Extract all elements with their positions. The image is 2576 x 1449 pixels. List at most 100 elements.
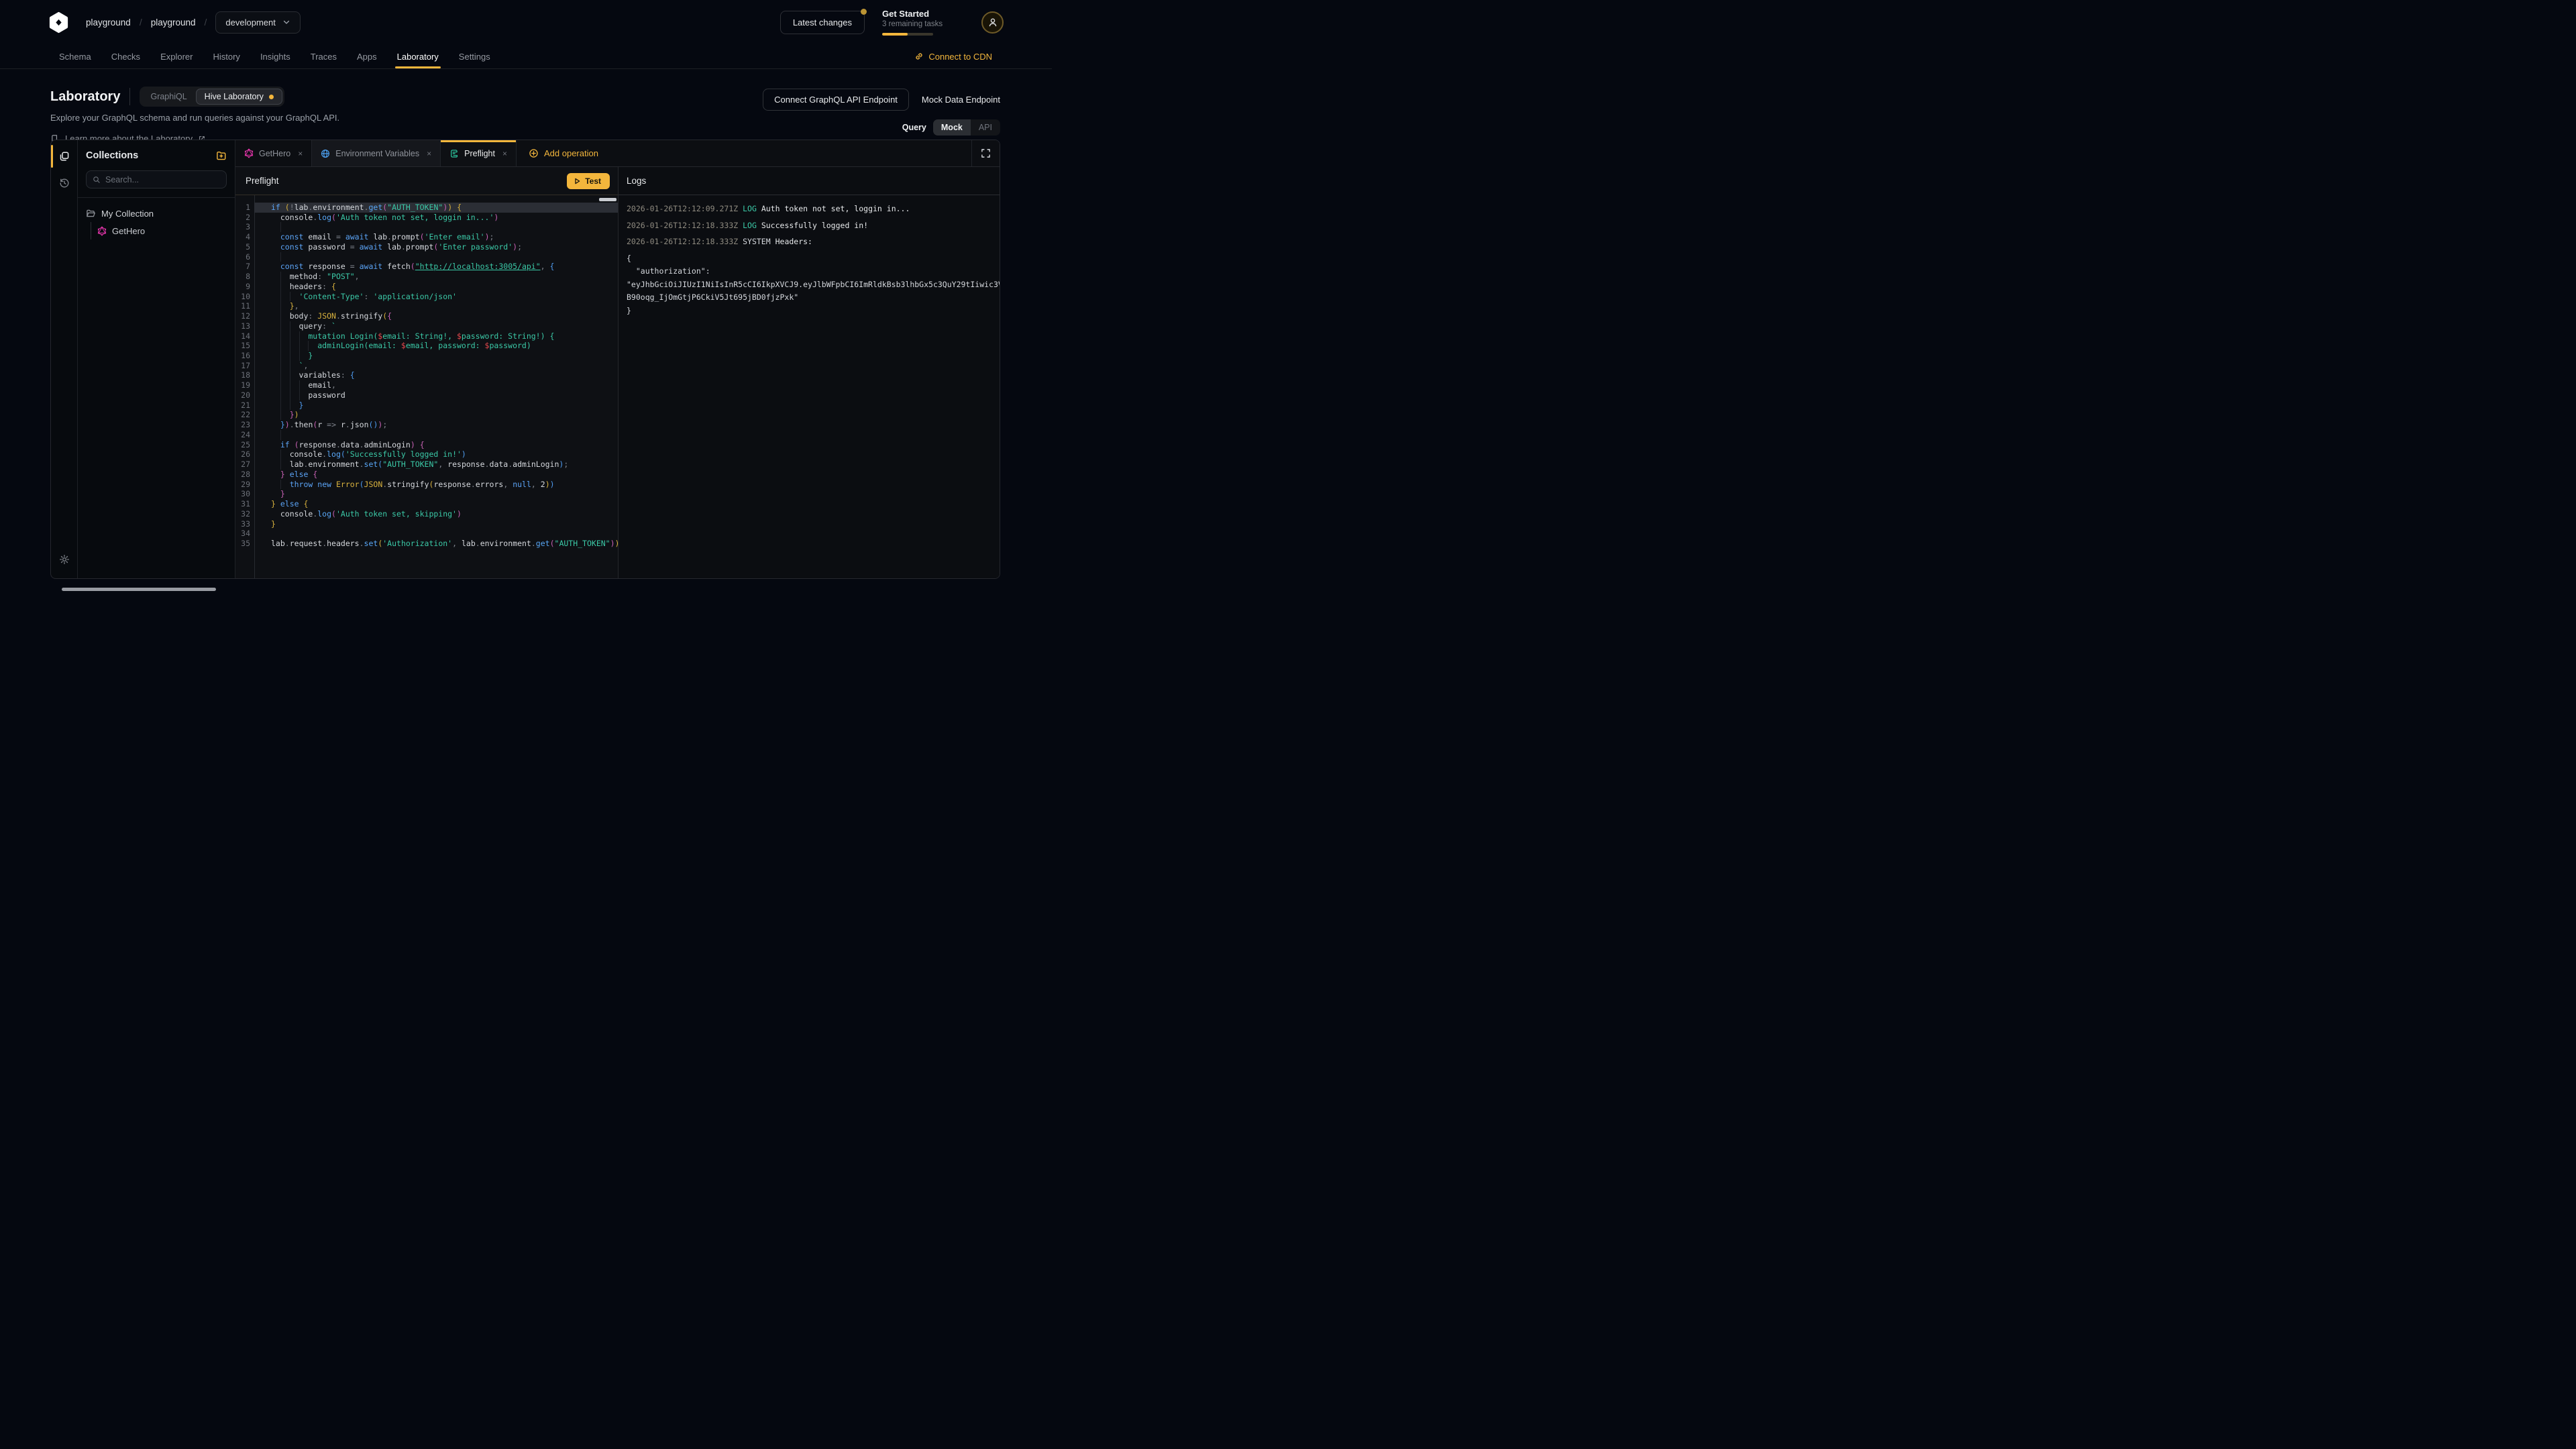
mock-data-endpoint-button[interactable]: Mock Data Endpoint [922, 95, 1000, 105]
code-line: 31} else { [235, 499, 618, 509]
latest-changes-button[interactable]: Latest changes [780, 11, 865, 34]
person-icon [987, 17, 998, 28]
line-number: 6 [235, 252, 250, 262]
page-horizontal-scrollbar-thumb[interactable] [62, 588, 216, 591]
close-tab-icon[interactable]: × [502, 149, 507, 158]
editor-title: Preflight [246, 176, 279, 186]
collection-folder-row[interactable]: My Collection [86, 205, 227, 222]
code-line: 20 password [235, 390, 618, 400]
nav-item-history[interactable]: History [213, 44, 239, 68]
mode-option-hive-laboratory[interactable]: Hive Laboratory [196, 89, 282, 105]
code-line: 15 adminLogin(email: $email, password: $… [235, 341, 618, 351]
close-tab-icon[interactable]: × [298, 149, 303, 158]
code-line: 34 [235, 529, 618, 539]
query-target-toggle: Mock API [933, 119, 1000, 136]
get-started-title: Get Started [882, 9, 964, 19]
add-operation-button[interactable]: Add operation [517, 140, 610, 166]
nav-item-checks[interactable]: Checks [111, 44, 140, 68]
page-header: Laboratory GraphiQL Hive Laboratory Expl… [0, 69, 1052, 144]
settings-rail-button[interactable] [51, 546, 78, 573]
editor-scrollbar-thumb[interactable] [599, 198, 616, 201]
code-line: 14 mutation Login($email: String!, $pass… [235, 331, 618, 341]
breadcrumb-project[interactable]: playground [151, 17, 196, 28]
operation-row-gethero[interactable]: GetHero [97, 222, 227, 239]
line-number: 30 [235, 489, 250, 499]
hive-logo-icon[interactable] [47, 11, 70, 34]
code-line: 4 const email = await lab.prompt('Enter … [235, 232, 618, 242]
query-toggle-label: Query [902, 123, 926, 132]
code-line: 13 query: ` [235, 321, 618, 331]
code-line: 19 email, [235, 380, 618, 390]
line-number: 9 [235, 282, 250, 292]
line-number: 26 [235, 449, 250, 460]
tab-environment-variables[interactable]: Environment Variables× [312, 140, 441, 166]
code-line: 3 [235, 222, 618, 232]
code-line: 25 if (response.data.adminLogin) { [235, 440, 618, 450]
query-option-api[interactable]: API [971, 119, 1000, 136]
collections-search [86, 170, 227, 189]
close-tab-icon[interactable]: × [427, 149, 431, 158]
divider [129, 88, 130, 105]
line-number: 25 [235, 440, 250, 450]
connect-graphql-endpoint-button[interactable]: Connect GraphQL API Endpoint [763, 89, 909, 111]
nav-item-settings[interactable]: Settings [459, 44, 490, 68]
nav-item-explorer[interactable]: Explorer [160, 44, 193, 68]
line-number: 4 [235, 232, 250, 242]
target-select[interactable]: development [215, 11, 300, 34]
history-rail-button[interactable] [51, 170, 78, 197]
line-number: 10 [235, 292, 250, 302]
nav-item-apps[interactable]: Apps [357, 44, 377, 68]
connect-cdn-label: Connect to CDN [928, 52, 992, 62]
code-line: 21 } [235, 400, 618, 411]
log-raw-line: { [627, 252, 1000, 266]
page-title: Laboratory [50, 89, 120, 105]
folder-open-icon [86, 209, 96, 219]
connect-cdn-link[interactable]: Connect to CDN [914, 52, 992, 62]
new-collection-button[interactable] [216, 150, 227, 161]
line-number: 3 [235, 222, 250, 232]
line-number: 2 [235, 213, 250, 223]
fullscreen-button[interactable] [971, 140, 1000, 166]
code-line: 17 `, [235, 361, 618, 371]
tab-preflight[interactable]: Preflight× [441, 140, 517, 166]
get-started-widget[interactable]: Get Started 3 remaining tasks [882, 9, 964, 36]
breadcrumb-org[interactable]: playground [86, 17, 131, 28]
nav-item-insights[interactable]: Insights [260, 44, 290, 68]
preflight-code-editor[interactable]: 1if (!lab.environment.get("AUTH_TOKEN"))… [235, 195, 618, 578]
line-number: 24 [235, 430, 250, 440]
get-started-subtitle: 3 remaining tasks [882, 20, 964, 28]
indent-guide [280, 222, 281, 232]
line-number: 21 [235, 400, 250, 411]
code-line: 29 throw new Error(JSON.stringify(respon… [235, 480, 618, 490]
line-number: 33 [235, 519, 250, 529]
line-number: 13 [235, 321, 250, 331]
line-number: 14 [235, 331, 250, 341]
nav-item-traces[interactable]: Traces [311, 44, 337, 68]
code-line: 24 [235, 430, 618, 440]
collections-rail-button[interactable] [51, 143, 78, 170]
breadcrumb: playground / playground / development [86, 11, 301, 34]
collections-search-input[interactable] [105, 175, 220, 184]
test-button[interactable]: Test [567, 173, 610, 189]
target-select-value: development [225, 17, 275, 28]
user-avatar[interactable] [981, 11, 1004, 34]
graphql-icon [244, 148, 254, 158]
query-option-mock[interactable]: Mock [933, 119, 971, 136]
breadcrumb-separator: / [205, 17, 207, 28]
tab-gethero[interactable]: GetHero× [235, 140, 312, 166]
search-icon [93, 176, 101, 184]
line-number: 18 [235, 370, 250, 380]
main-nav: Schema Checks Explorer History Insights Trace… [0, 44, 1052, 69]
code-line: 22 }) [235, 410, 618, 420]
line-number: 15 [235, 341, 250, 351]
line-number: 31 [235, 499, 250, 509]
nav-item-laboratory[interactable]: Laboratory [397, 44, 439, 68]
nav-item-schema[interactable]: Schema [59, 44, 91, 68]
line-number: 29 [235, 480, 250, 490]
line-number: 1 [235, 203, 250, 213]
log-entry: 2026-01-26T12:12:09.271Z LOG Auth token … [627, 203, 1000, 216]
line-number: 16 [235, 351, 250, 361]
mode-option-graphiql[interactable]: GraphiQL [142, 89, 195, 105]
notification-dot [861, 9, 867, 15]
code-line: 8 method: "POST", [235, 272, 618, 282]
